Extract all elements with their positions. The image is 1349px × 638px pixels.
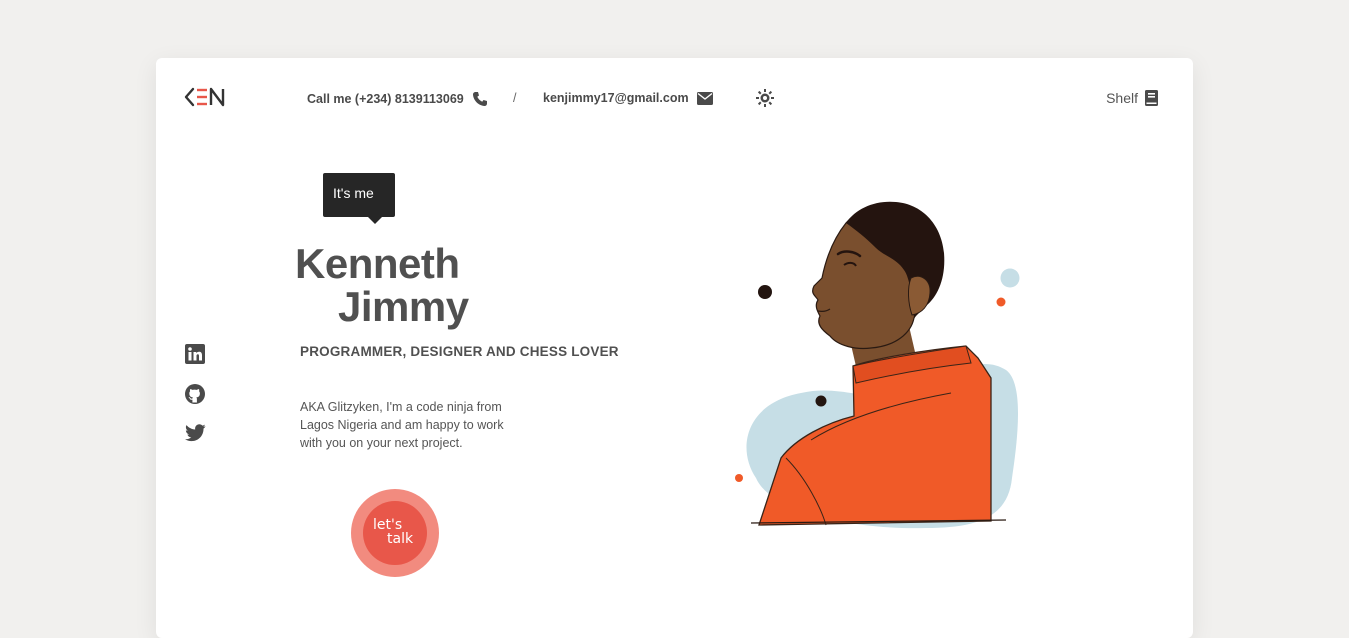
sun-icon[interactable] bbox=[756, 89, 774, 107]
logo[interactable] bbox=[184, 86, 226, 108]
bio-line: Lagos Nigeria and am happy to work bbox=[300, 418, 504, 432]
phone-text: Call me (+234) 8139113069 bbox=[307, 92, 464, 106]
bio-line: AKA Glitzyken, I'm a code ninja from bbox=[300, 400, 502, 414]
lets-talk-line2: talk bbox=[387, 531, 414, 547]
main-card: Call me (+234) 8139113069 / kenjimmy17@g… bbox=[156, 58, 1193, 638]
dot bbox=[815, 395, 827, 407]
contact-separator: / bbox=[513, 91, 517, 105]
ear bbox=[908, 275, 931, 316]
bio-text: AKA Glitzyken, I'm a code ninja from Lag… bbox=[300, 398, 520, 452]
bio-line: with you on your next project. bbox=[300, 436, 463, 450]
book-icon bbox=[1145, 90, 1158, 106]
dot bbox=[996, 297, 1006, 307]
first-name-heading: Kenneth bbox=[295, 240, 460, 287]
shelf-label: Shelf bbox=[1106, 90, 1138, 106]
last-name-heading: Jimmy bbox=[338, 283, 469, 330]
envelope-icon bbox=[696, 91, 713, 105]
its-me-tooltip: It's me bbox=[323, 173, 395, 224]
phone-contact[interactable]: Call me (+234) 8139113069 bbox=[307, 91, 488, 107]
github-icon[interactable] bbox=[185, 384, 205, 404]
social-links bbox=[185, 344, 206, 444]
lets-talk-button[interactable]: let's talk bbox=[351, 489, 439, 577]
twitter-icon[interactable] bbox=[185, 424, 206, 444]
dot bbox=[735, 474, 743, 482]
portrait-illustration bbox=[735, 201, 1020, 529]
phone-icon bbox=[472, 92, 487, 106]
linkedin-icon[interactable] bbox=[185, 344, 205, 364]
email-text: kenjimmy17@gmail.com bbox=[543, 91, 689, 105]
shelf-link[interactable]: Shelf bbox=[1106, 90, 1158, 106]
dot bbox=[1000, 268, 1020, 288]
dot bbox=[758, 285, 772, 299]
tagline: PROGRAMMER, DESIGNER AND CHESS LOVER bbox=[300, 344, 619, 359]
email-contact[interactable]: kenjimmy17@gmail.com bbox=[543, 91, 713, 105]
